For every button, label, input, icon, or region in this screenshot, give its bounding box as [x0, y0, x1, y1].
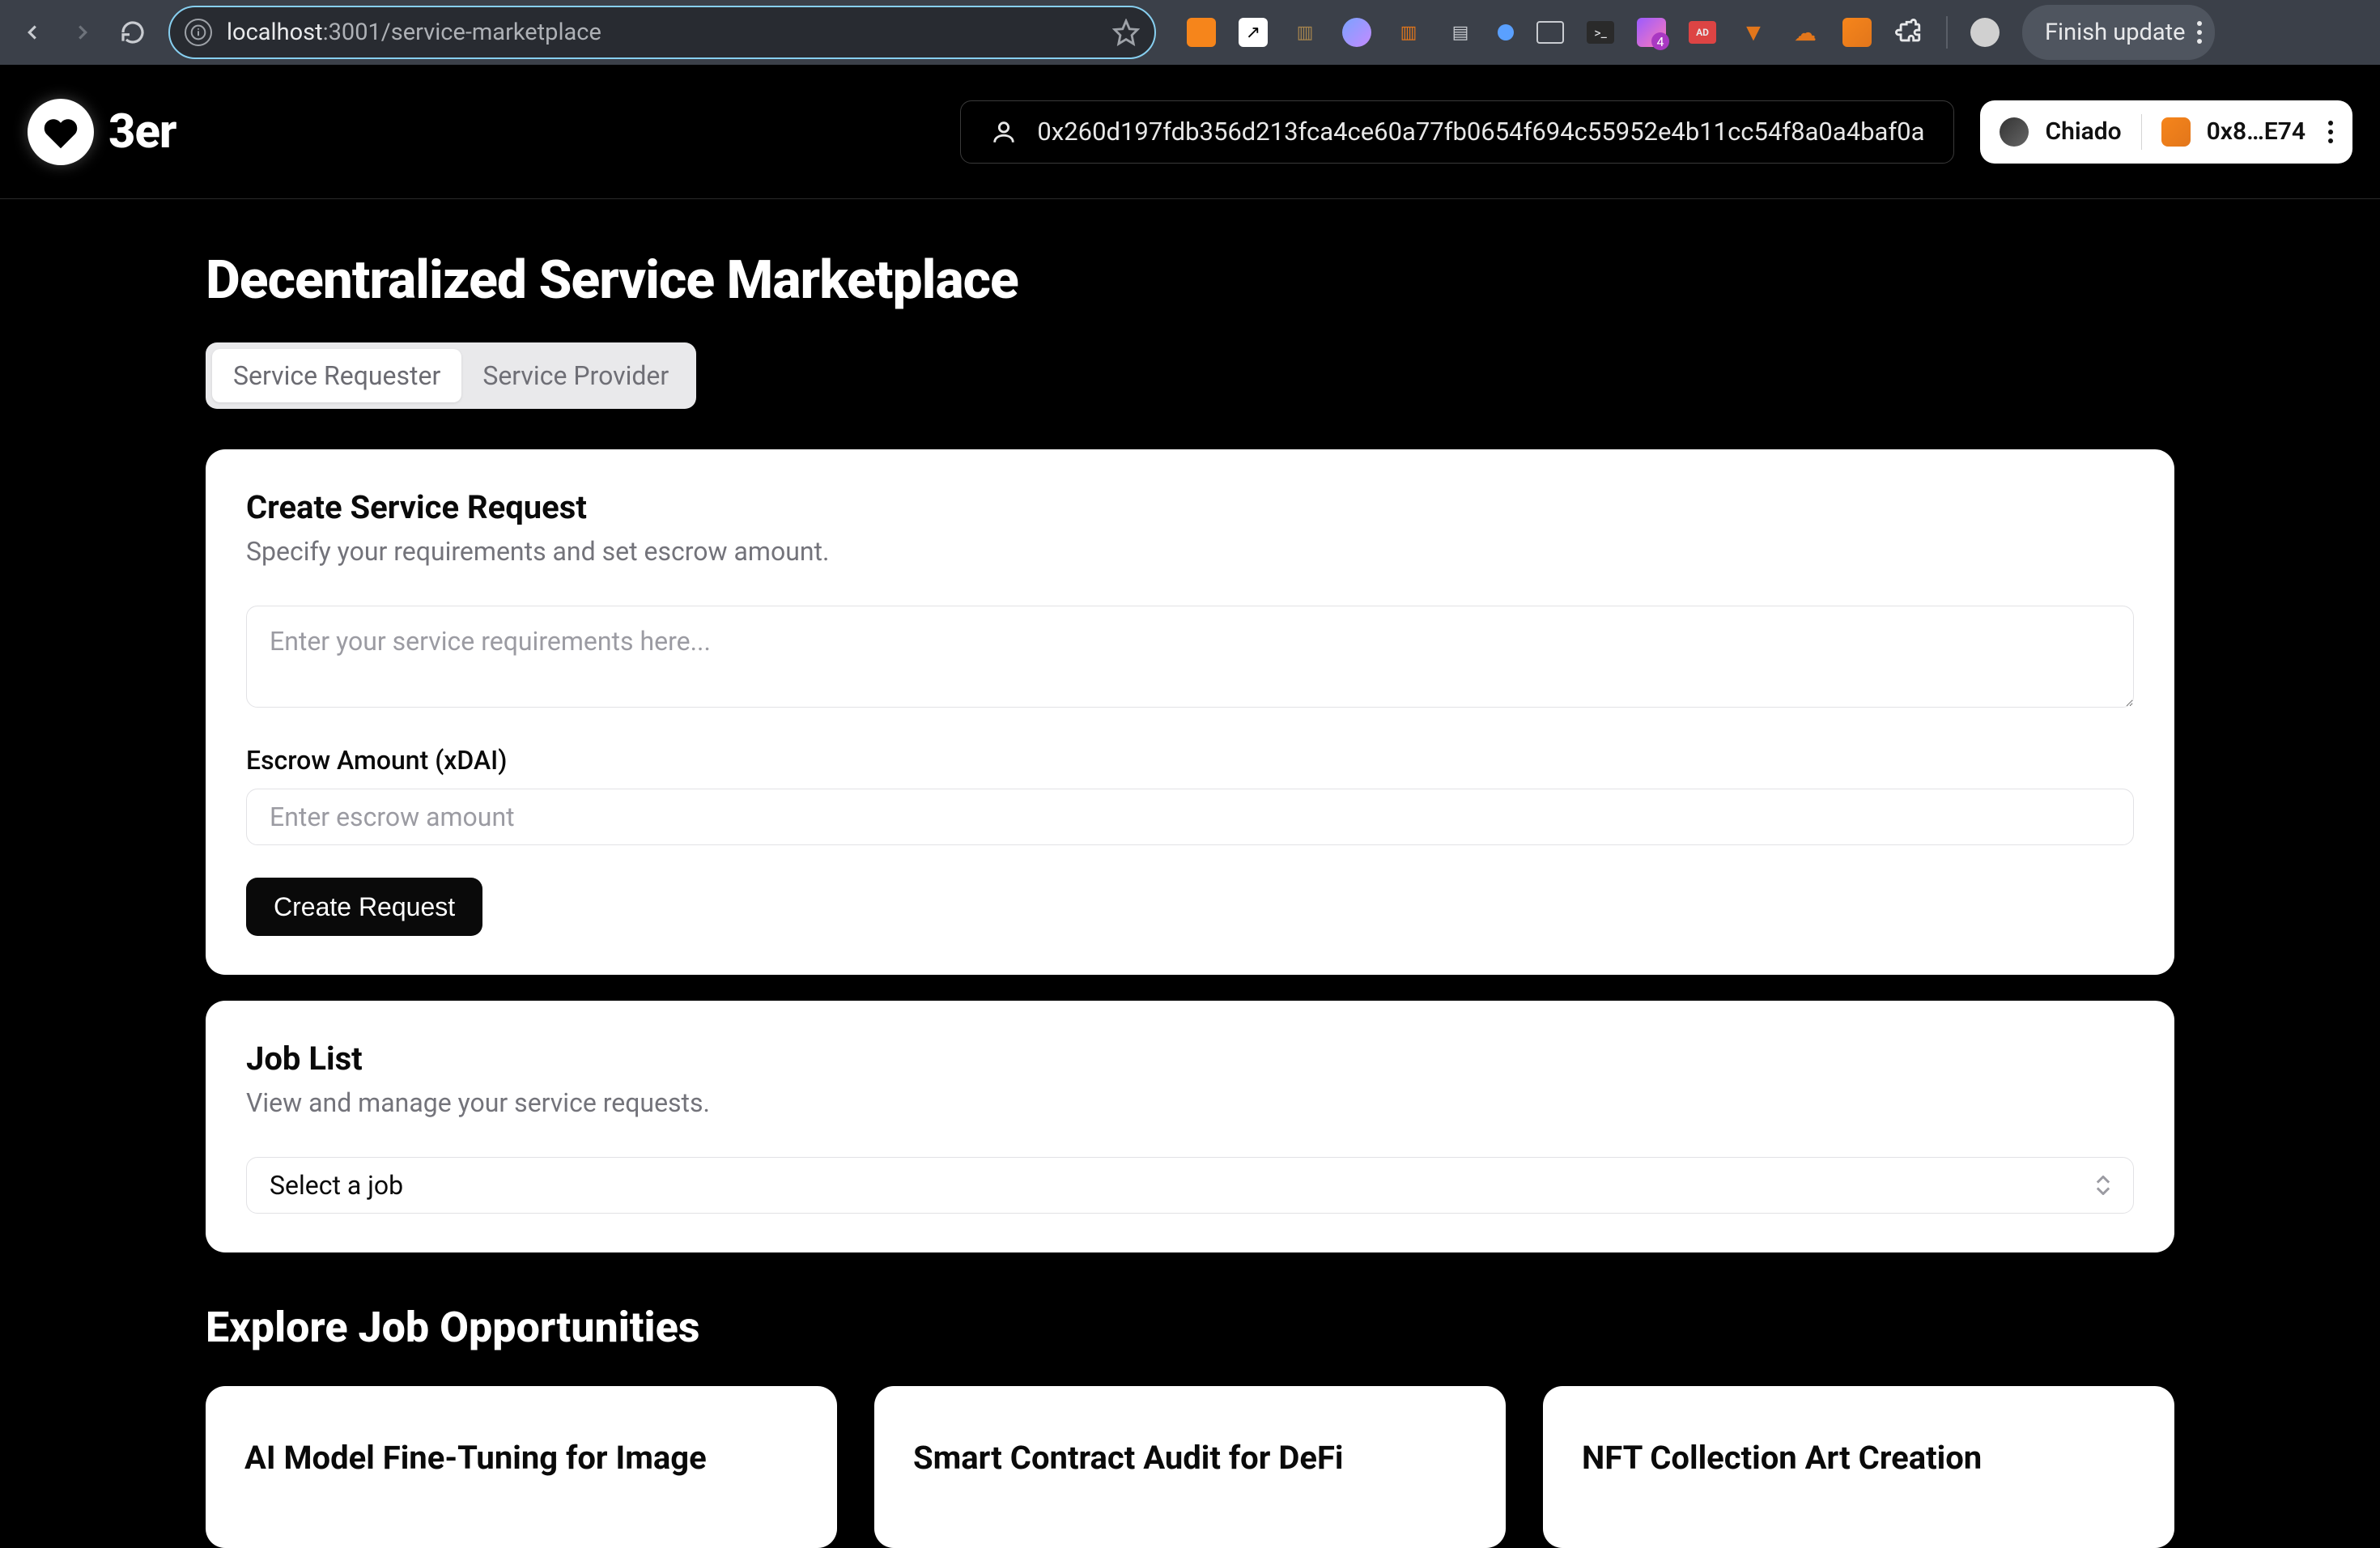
- extension-icon[interactable]: [1342, 18, 1371, 47]
- role-tabs: Service Requester Service Provider: [206, 342, 696, 409]
- app-header: 3er 0x260d197fdb356d213fca4ce60a77fb0654…: [0, 65, 2380, 199]
- page-content: Decentralized Service Marketplace Servic…: [0, 249, 2380, 1548]
- page-title: Decentralized Service Marketplace: [206, 249, 2174, 312]
- browser-chrome: localhost:3001/service-marketplace ↗ ▥ ▥…: [0, 0, 2380, 65]
- metamask-icon: [2161, 117, 2191, 147]
- wallet-address-text: 0x260d197fdb356d213fca4ce60a77fb0654f694…: [1037, 117, 1924, 147]
- extension-icon[interactable]: ▥: [1290, 18, 1320, 47]
- job-card-title: NFT Collection Art Creation: [1582, 1438, 2136, 1478]
- extension-icon[interactable]: [1536, 21, 1564, 44]
- job-list-title: Job List: [246, 1040, 2134, 1078]
- browser-menu-icon[interactable]: [2197, 21, 2202, 44]
- extension-icon[interactable]: [1842, 18, 1872, 47]
- extension-icon[interactable]: ▤: [1446, 18, 1475, 47]
- extension-icon[interactable]: ▼: [1739, 18, 1768, 47]
- escrow-label: Escrow Amount (xDAI): [246, 745, 2134, 776]
- extension-icon[interactable]: >_: [1587, 21, 1614, 44]
- extension-icon[interactable]: ▥: [1394, 18, 1423, 47]
- chain-icon: [2000, 117, 2029, 147]
- extension-icon[interactable]: 4: [1637, 18, 1666, 47]
- job-card-title: AI Model Fine-Tuning for Image: [244, 1438, 798, 1478]
- bookmark-star-icon[interactable]: [1112, 19, 1140, 46]
- explore-title: Explore Job Opportunities: [206, 1303, 2174, 1352]
- extension-icon[interactable]: [1498, 24, 1514, 40]
- create-request-title: Create Service Request: [246, 488, 2134, 526]
- job-card[interactable]: Smart Contract Audit for DeFi: [874, 1386, 1506, 1548]
- job-select[interactable]: Select a job: [246, 1157, 2134, 1214]
- job-select-placeholder: Select a job: [270, 1170, 403, 1201]
- job-list-card: Job List View and manage your service re…: [206, 1001, 2174, 1252]
- finish-update-label: Finish update: [2045, 19, 2186, 46]
- brand-logo[interactable]: 3er: [28, 99, 176, 165]
- wallet-short-label: 0x8…E74: [2207, 117, 2306, 146]
- chain-label: Chiado: [2045, 117, 2121, 146]
- extensions-puzzle-icon[interactable]: [1894, 18, 1923, 47]
- job-card[interactable]: AI Model Fine-Tuning for Image: [206, 1386, 837, 1548]
- create-request-subtitle: Specify your requirements and set escrow…: [246, 536, 2134, 567]
- extension-row: ↗ ▥ ▥ ▤ >_ 4 AD ▼ ☁ Finish update: [1187, 5, 2215, 60]
- requirements-input[interactable]: [246, 606, 2134, 708]
- wallet-menu-icon[interactable]: [2328, 121, 2333, 143]
- profile-avatar[interactable]: [1970, 18, 2000, 47]
- extension-icon[interactable]: ↗: [1239, 18, 1268, 47]
- extension-icon[interactable]: AD: [1689, 21, 1716, 44]
- job-card-title: Smart Contract Audit for DeFi: [913, 1438, 1467, 1478]
- wallet-chip[interactable]: Chiado 0x8…E74: [1980, 100, 2352, 164]
- job-card[interactable]: NFT Collection Art Creation: [1543, 1386, 2174, 1548]
- finish-update-button[interactable]: Finish update: [2022, 5, 2215, 60]
- user-icon: [990, 118, 1018, 146]
- chevron-updown-icon: [2096, 1176, 2110, 1195]
- address-bar[interactable]: localhost:3001/service-marketplace: [168, 6, 1156, 59]
- separator: [2141, 114, 2142, 150]
- url-text: localhost:3001/service-marketplace: [227, 19, 1098, 46]
- extension-icon[interactable]: ☁: [1791, 18, 1820, 47]
- tab-provider[interactable]: Service Provider: [461, 349, 690, 402]
- brand-text: 3er: [108, 104, 176, 159]
- job-grid: AI Model Fine-Tuning for Image Smart Con…: [206, 1386, 2174, 1548]
- wallet-address-pill[interactable]: 0x260d197fdb356d213fca4ce60a77fb0654f694…: [960, 100, 1954, 164]
- job-list-subtitle: View and manage your service requests.: [246, 1087, 2134, 1118]
- handshake-icon: [28, 99, 94, 165]
- site-info-icon[interactable]: [185, 19, 212, 46]
- escrow-amount-input[interactable]: [246, 789, 2134, 845]
- back-button[interactable]: [18, 18, 47, 47]
- reload-button[interactable]: [118, 18, 147, 47]
- create-request-button[interactable]: Create Request: [246, 878, 482, 936]
- forward-button[interactable]: [68, 18, 97, 47]
- create-request-card: Create Service Request Specify your requ…: [206, 449, 2174, 975]
- extension-icon[interactable]: [1187, 18, 1216, 47]
- separator: [1946, 16, 1948, 49]
- tab-requester[interactable]: Service Requester: [212, 349, 461, 402]
- extension-badge: 4: [1651, 32, 1669, 50]
